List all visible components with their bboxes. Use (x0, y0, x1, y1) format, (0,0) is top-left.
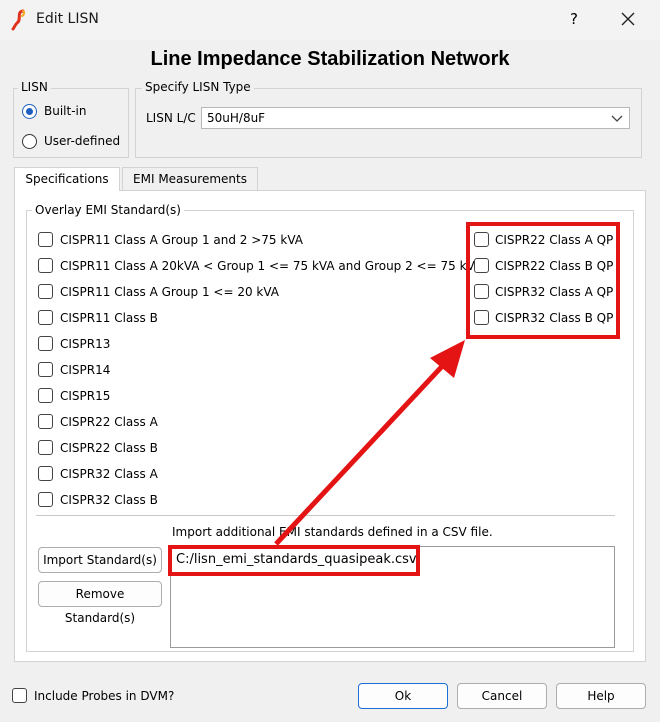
standard-label: CISPR22 Class B (60, 441, 158, 455)
close-icon[interactable] (614, 5, 642, 33)
standard-label: CISPR32 Class B (60, 493, 158, 507)
standard-label: CISPR22 Class A (60, 415, 158, 429)
standard-checkbox[interactable] (38, 492, 53, 507)
standard-label: CISPR11 Class A Group 1 and 2 >75 kVA (60, 233, 303, 247)
standard-label: CISPR11 Class A Group 1 <= 20 kVA (60, 285, 280, 299)
import-standards-button[interactable]: Import Standard(s) (38, 547, 162, 573)
title-help-button[interactable]: ? (560, 5, 588, 33)
standard-label: CISPR11 Class B (60, 311, 158, 325)
user-defined-radio[interactable] (22, 134, 37, 149)
lisn-lc-select[interactable]: 50uH/8uF (201, 107, 630, 129)
standard-checkbox[interactable] (38, 258, 53, 273)
dialog-heading: Line Impedance Stabilization Network (150, 48, 510, 70)
qp-standards-highlight (466, 222, 620, 339)
standard-label: CISPR15 (60, 389, 111, 403)
tab-specifications[interactable]: Specifications (14, 167, 120, 191)
title-bar: Edit LISN ? (0, 0, 660, 40)
built-in-label: Built-in (44, 104, 87, 118)
standard-checkbox[interactable] (38, 466, 53, 481)
standard-checkbox[interactable] (38, 440, 53, 455)
standard-checkbox[interactable] (38, 310, 53, 325)
lisn-lc-value: 50uH/8uF (207, 111, 266, 125)
remove-standards-button[interactable]: Remove Standard(s) (38, 581, 162, 625)
standard-checkbox[interactable] (38, 388, 53, 403)
standard-checkbox[interactable] (38, 414, 53, 429)
standard-label: CISPR13 (60, 337, 111, 351)
ok-button[interactable]: Ok (358, 683, 448, 709)
standard-checkbox[interactable] (38, 284, 53, 299)
standard-checkbox[interactable] (38, 362, 53, 377)
lisn-lc-label: LISN L/C (146, 111, 196, 125)
overlay-emi-title: Overlay EMI Standard(s) (32, 203, 184, 217)
standard-checkbox[interactable] (38, 336, 53, 351)
window-title: Edit LISN (36, 11, 99, 27)
help-button[interactable]: Help (556, 683, 646, 709)
app-logo-icon (11, 9, 26, 31)
standard-label: CISPR14 (60, 363, 111, 377)
include-probes-checkbox[interactable] (12, 688, 27, 703)
annotation-arrow-icon (274, 340, 465, 546)
standard-label: CISPR11 Class A 20kVA < Group 1 <= 75 kV… (60, 259, 483, 273)
user-defined-label: User-defined (44, 134, 121, 148)
built-in-radio[interactable] (22, 104, 37, 119)
cancel-button[interactable]: Cancel (457, 683, 547, 709)
include-probes-label: Include Probes in DVM? (34, 689, 175, 703)
lisn-group-title: LISN (18, 80, 51, 94)
chevron-down-icon (611, 115, 623, 122)
tab-emi-measurements[interactable]: EMI Measurements (122, 167, 258, 190)
standard-label: CISPR32 Class A (60, 467, 158, 481)
standard-checkbox[interactable] (38, 232, 53, 247)
lisn-type-group-title: Specify LISN Type (142, 80, 254, 94)
